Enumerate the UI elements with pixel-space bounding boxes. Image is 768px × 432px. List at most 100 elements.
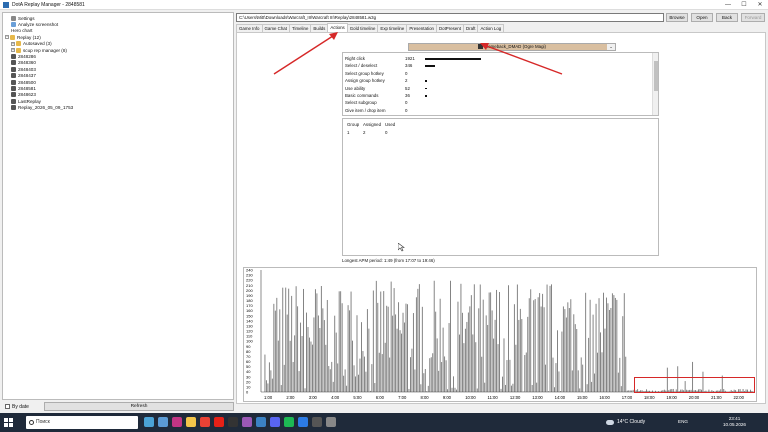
apm-bar: [448, 323, 450, 392]
tree-item[interactable]: Hero chart: [11, 28, 259, 300]
windows-start-icon[interactable]: [4, 418, 13, 427]
x-tick-label: 4:00: [331, 395, 340, 400]
apm-bar: [481, 356, 483, 392]
tree-item[interactable]: Settings: [11, 15, 35, 21]
apm-bar: [383, 291, 385, 392]
weather-widget[interactable]: 14°C Cloudy: [606, 419, 645, 425]
apm-bar: [521, 319, 523, 392]
tree-item[interactable]: 2848500: [11, 79, 36, 85]
apm-bar: [365, 371, 367, 392]
back-button[interactable]: Back: [716, 13, 738, 22]
action-value: 1921: [405, 56, 415, 61]
apm-bar: [565, 317, 567, 392]
tree-item[interactable]: 2848437: [11, 73, 36, 79]
tree-item[interactable]: Replay_2026_05_09_1753: [11, 105, 73, 111]
youtube-icon[interactable]: [214, 417, 224, 427]
replay-tree[interactable]: Settings Analyze screenshot Hero chart − Rep…: [2, 12, 259, 400]
apm-bar: [459, 334, 460, 392]
search-placeholder: Поиск: [36, 419, 50, 425]
x-tick-label: 16:00: [599, 395, 610, 400]
apm-bar: [488, 292, 490, 392]
apm-bar: [608, 309, 610, 392]
close-icon[interactable]: ✕: [752, 0, 768, 10]
tree-item[interactable]: 2848286: [11, 53, 36, 59]
apm-bar: [347, 305, 349, 392]
app-icon: [3, 1, 9, 8]
open-button[interactable]: Open: [691, 13, 713, 22]
apm-bar: [571, 370, 573, 392]
x-tick-label: 11:00: [488, 395, 499, 400]
tab-draft[interactable]: Draft: [462, 24, 479, 32]
app-icon[interactable]: [242, 417, 252, 427]
chrome-icon[interactable]: [200, 417, 210, 427]
replay-path-input[interactable]: C:\Users\Mitt\Downloads\Warcraft_III\War…: [236, 13, 664, 22]
apm-bar: [577, 370, 579, 392]
clock[interactable]: 23:41 10.05.2026: [723, 416, 746, 428]
tree-item[interactable]: 2848623: [11, 92, 36, 98]
app-icon[interactable]: [284, 417, 294, 427]
task-view-icon[interactable]: [144, 417, 154, 427]
tree-item[interactable]: − Replay (12): [5, 34, 41, 40]
apm-bar: [586, 384, 588, 392]
file-explorer-icon[interactable]: [186, 417, 196, 427]
instagram-icon[interactable]: [172, 417, 182, 427]
tab-game-info[interactable]: Game Info: [236, 24, 263, 32]
tab-action-log[interactable]: Action Log: [477, 24, 505, 32]
apm-bar: [313, 317, 315, 392]
refresh-button[interactable]: Refresh: [44, 402, 234, 411]
apm-bar: [519, 308, 521, 392]
apm-bar: [438, 370, 440, 392]
x-tick-label: 8:00: [420, 395, 429, 400]
chevron-down-icon[interactable]: ⌄: [607, 44, 615, 50]
tree-item[interactable]: 2848360: [11, 60, 36, 66]
tab-presentation[interactable]: Presentation: [406, 24, 437, 32]
apm-bar: [344, 369, 346, 392]
tree-item[interactable]: 2848403: [11, 66, 36, 72]
apm-bar: [503, 338, 505, 392]
apm-bar: [623, 293, 625, 392]
tree-item[interactable]: Analyze screenshot: [11, 21, 58, 27]
apm-bar: [433, 280, 435, 392]
app-icon[interactable]: [312, 417, 322, 427]
lang-indicator[interactable]: ENG: [678, 419, 688, 424]
x-tick-label: 7:00: [398, 395, 407, 400]
expand-toggle-icon[interactable]: −: [5, 35, 9, 40]
tree-item[interactable]: + Autosaved (3): [11, 41, 52, 47]
browse-button[interactable]: Browse: [666, 13, 688, 22]
apm-bar: [411, 348, 413, 392]
x-tick-label: 5:00: [353, 395, 362, 400]
actions-scrollbar[interactable]: [652, 53, 658, 115]
maximize-icon[interactable]: ☐: [736, 0, 752, 10]
apm-bar: [470, 295, 472, 392]
apm-bar: [475, 342, 477, 392]
apm-bar: [625, 356, 627, 392]
discord-icon[interactable]: [270, 417, 280, 427]
tab-exp-timeline[interactable]: Exp timeline: [377, 24, 408, 32]
apm-bar: [353, 365, 355, 392]
edge-icon[interactable]: [158, 417, 168, 427]
tree-item[interactable]: LastReplay: [11, 98, 41, 104]
apm-bar: [591, 381, 593, 392]
apm-bar: [277, 340, 279, 392]
tree-item[interactable]: 2848581: [11, 85, 36, 91]
tree-item[interactable]: + scup rep manager (8): [11, 47, 67, 53]
app-icon[interactable]: [256, 417, 266, 427]
apm-bar: [515, 344, 517, 392]
tab-dotpresent[interactable]: DotPresent: [435, 24, 464, 32]
expand-toggle-icon[interactable]: +: [11, 48, 15, 52]
apm-bar: [456, 389, 457, 392]
dota-replay-manager-icon[interactable]: [326, 417, 336, 427]
taskbar-search-input[interactable]: Поиск: [26, 416, 138, 429]
forward-button[interactable]: Forward: [741, 13, 765, 22]
taskbar: Поиск 14°C Cloudy ENG 23:41 10.05.2026: [0, 413, 768, 432]
apm-bar: [567, 302, 569, 392]
by-date-checkbox[interactable]: [5, 404, 10, 409]
app-icon[interactable]: [298, 417, 308, 427]
app-icon[interactable]: [228, 417, 238, 427]
table-cell: 2: [363, 130, 366, 135]
expand-toggle-icon[interactable]: +: [11, 41, 15, 46]
apm-bar: [264, 354, 266, 392]
tab-gold-timeline[interactable]: Gold timeline: [346, 24, 379, 32]
minimize-icon[interactable]: —: [720, 0, 736, 10]
apm-bar: [374, 383, 376, 392]
